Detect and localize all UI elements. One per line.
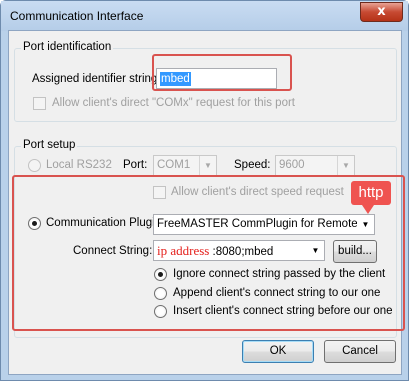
title-bar[interactable]: Communication Interface x [1, 1, 408, 31]
cancel-button[interactable]: Cancel [324, 340, 396, 363]
speed-label: Speed: [234, 159, 271, 171]
dialog-body: Port identification Assigned identifier … [8, 30, 405, 375]
ok-button-label: OK [269, 345, 287, 357]
local-rs232-radio[interactable] [28, 159, 41, 172]
close-icon: x [377, 4, 386, 19]
window-title: Communication Interface [10, 9, 144, 23]
allow-comx-label: Allow client's direct "COMx" request for… [52, 97, 295, 109]
port-setup-legend: Port setup [21, 139, 78, 151]
chevron-down-icon: ▼ [337, 156, 354, 175]
speed-select[interactable]: 9600 ▼ [275, 155, 355, 176]
speed-value: 9600 [279, 159, 305, 171]
http-callout: http [351, 181, 391, 205]
port-identification-legend: Port identification [21, 41, 114, 53]
port-label: Port: [123, 159, 148, 171]
chevron-down-icon: ▼ [199, 156, 216, 175]
callout-pointer [362, 205, 374, 214]
close-button[interactable]: x [360, 2, 403, 22]
cancel-button-label: Cancel [342, 345, 378, 357]
identifier-highlight-box [152, 54, 292, 91]
plugin-settings-highlight-box [12, 175, 405, 331]
communication-interface-dialog: Communication Interface x Port identific… [0, 0, 409, 381]
identifier-label: Assigned identifier string: [32, 73, 161, 85]
ok-button[interactable]: OK [242, 340, 314, 363]
local-rs232-label: Local RS232 [46, 159, 112, 171]
port-value: COM1 [157, 159, 191, 171]
port-select[interactable]: COM1 ▼ [153, 155, 217, 176]
allow-comx-checkbox[interactable] [33, 97, 46, 110]
